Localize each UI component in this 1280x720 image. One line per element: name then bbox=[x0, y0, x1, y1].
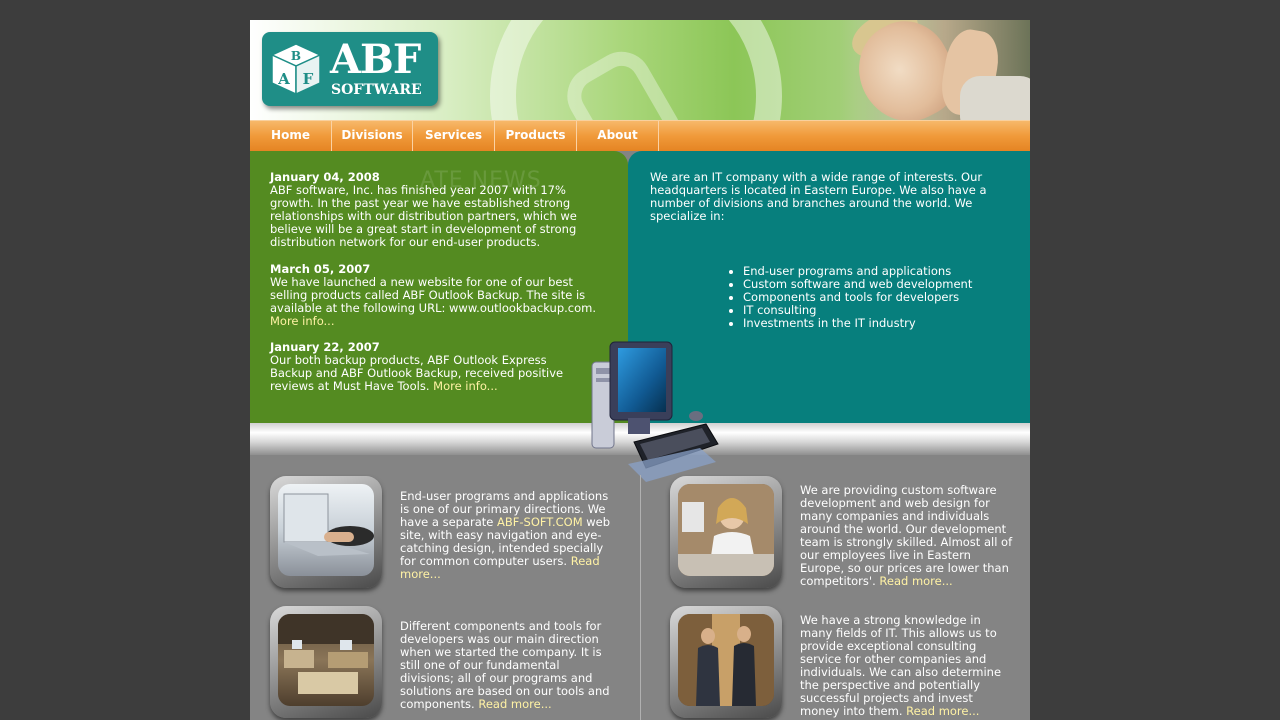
thumbnail-laptop[interactable] bbox=[270, 476, 382, 588]
page: B A F ABF SOFTWARE Home Divisions Servic… bbox=[250, 20, 1030, 720]
thumbnail-office-woman[interactable] bbox=[670, 476, 782, 588]
nav-divisions[interactable]: Divisions bbox=[332, 121, 413, 151]
cube-letter-a: A bbox=[277, 70, 290, 88]
block-text: We have a strong knowledge in many field… bbox=[800, 613, 1002, 718]
news-item: January 22, 2007 Our both backup product… bbox=[270, 341, 580, 393]
news-text: We have launched a new website for one o… bbox=[270, 275, 597, 315]
nav-home[interactable]: Home bbox=[250, 121, 332, 151]
header-banner: B A F ABF SOFTWARE bbox=[250, 20, 1030, 120]
read-more-link[interactable]: Read more... bbox=[906, 704, 979, 718]
news-panel: ATE NEWS January 04, 2008 ABF software, … bbox=[250, 151, 628, 423]
news-more-link[interactable]: More info... bbox=[270, 314, 335, 328]
news-more-link[interactable]: More info... bbox=[433, 379, 498, 393]
main-nav: Home Divisions Services Products About bbox=[250, 120, 1030, 151]
thumbnail-office-space[interactable] bbox=[270, 606, 382, 718]
abf-soft-link[interactable]: ABF-SOFT.COM bbox=[497, 515, 583, 529]
news-text: Our both backup products, ABF Outlook Ex… bbox=[270, 353, 564, 393]
logo-cube-icon: B A F bbox=[270, 43, 322, 96]
logo-subtitle: SOFTWARE bbox=[331, 82, 422, 98]
cube-letter-f: F bbox=[303, 70, 314, 88]
block-description: End-user programs and applications is on… bbox=[400, 490, 615, 581]
read-more-link[interactable]: Read more... bbox=[879, 574, 952, 588]
cube-letter-b: B bbox=[291, 49, 301, 63]
list-item: Investments in the IT industry bbox=[743, 317, 972, 330]
news-item: January 04, 2008 ABF software, Inc. has … bbox=[270, 171, 600, 249]
block-description: We are providing custom software develop… bbox=[800, 484, 1015, 588]
block-text: We are providing custom software develop… bbox=[800, 483, 1013, 588]
news-text: ABF software, Inc. has finished year 200… bbox=[270, 183, 577, 249]
banner-photo bbox=[840, 20, 1030, 120]
thumbnail-businessmen[interactable] bbox=[670, 606, 782, 718]
news-item: March 05, 2007 We have launched a new we… bbox=[270, 263, 600, 328]
nav-products[interactable]: Products bbox=[495, 121, 577, 151]
logo-wordmark: ABF bbox=[330, 36, 421, 83]
specialization-list: End-user programs and applications Custo… bbox=[728, 265, 972, 330]
about-intro: We are an IT company with a wide range o… bbox=[650, 170, 987, 223]
read-more-link[interactable]: Read more... bbox=[478, 697, 551, 711]
computer-illustration bbox=[591, 341, 719, 482]
block-description: We have a strong knowledge in many field… bbox=[800, 614, 1015, 718]
nav-about[interactable]: About bbox=[577, 121, 659, 151]
block-description: Different components and tools for devel… bbox=[400, 620, 615, 711]
column-divider bbox=[640, 475, 641, 720]
nav-services[interactable]: Services bbox=[413, 121, 495, 151]
logo[interactable]: B A F ABF SOFTWARE bbox=[262, 32, 438, 106]
